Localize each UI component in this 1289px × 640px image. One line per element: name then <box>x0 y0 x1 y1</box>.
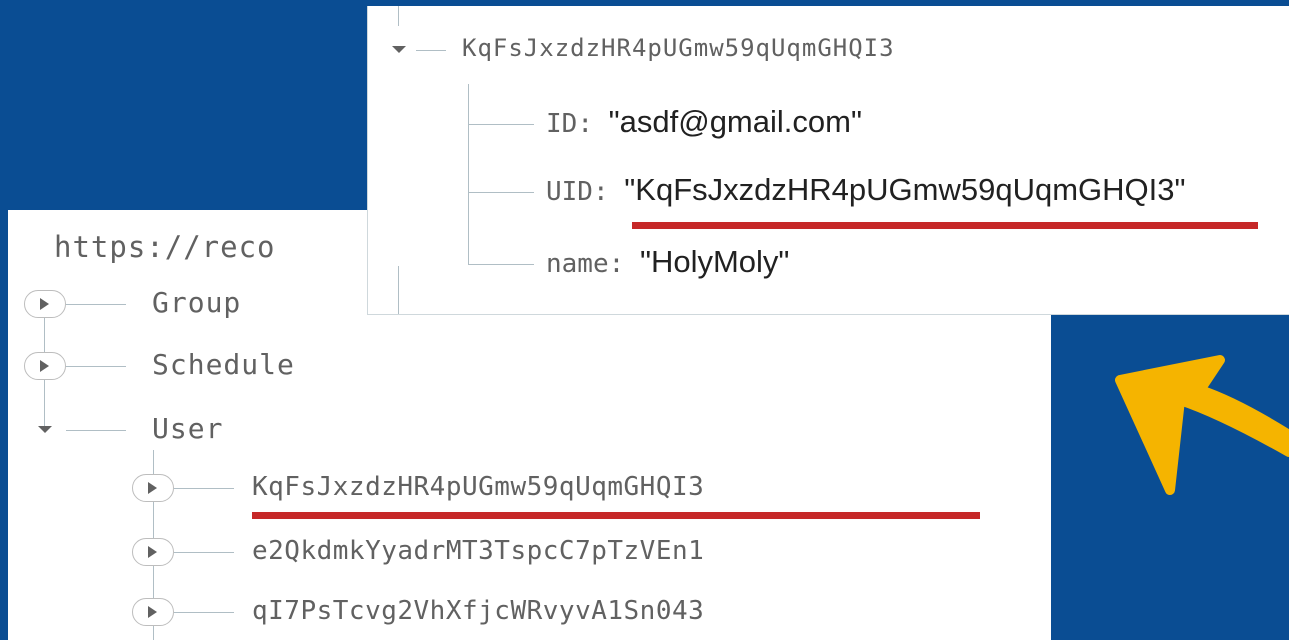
user-key-1[interactable]: KqFsJxzdzHR4pUGmw59qUqmGHQI3 <box>252 472 704 502</box>
branch-line <box>174 488 234 489</box>
node-user[interactable]: User <box>152 412 223 445</box>
branch-line <box>66 366 126 367</box>
node-schedule[interactable]: Schedule <box>152 348 295 381</box>
detail-key[interactable]: KqFsJxzdzHR4pUGmw59qUqmGHQI3 <box>462 34 895 62</box>
highlight-underline <box>632 222 1258 229</box>
highlight-underline <box>252 512 980 519</box>
node-group[interactable]: Group <box>152 286 241 319</box>
database-url: https://reco <box>54 230 276 264</box>
expand-arrow-icon <box>148 546 157 558</box>
expand-group-button[interactable] <box>24 290 66 318</box>
field-value[interactable]: "HolyMoly" <box>640 244 789 279</box>
field-id: ID: "asdf@gmail.com" <box>546 104 862 139</box>
expand-arrow-icon <box>40 360 49 372</box>
field-name: UID <box>546 177 593 207</box>
expand-arrow-icon <box>40 298 49 310</box>
expand-child-button[interactable] <box>132 474 174 502</box>
branch-line <box>66 430 126 431</box>
node-detail-panel: KqFsJxzdzHR4pUGmw59qUqmGHQI3 ID: "asdf@g… <box>367 6 1289 315</box>
user-key-2[interactable]: e2QkdmkYyadrMT3TspcC7pTzVEn1 <box>252 536 704 566</box>
field-name-row: name: "HolyMoly" <box>546 244 790 279</box>
tree-connector <box>398 6 399 26</box>
branch-line <box>66 304 126 305</box>
field-uid: UID: "KqFsJxzdzHR4pUGmw59qUqmGHQI3" <box>546 172 1186 207</box>
field-value[interactable]: "KqFsJxzdzHR4pUGmw59qUqmGHQI3" <box>624 172 1185 207</box>
pointer-arrow <box>1115 355 1289 495</box>
expand-arrow-icon <box>148 606 157 618</box>
expand-arrow-icon <box>148 482 157 494</box>
collapse-arrow-icon[interactable] <box>38 426 52 433</box>
expand-schedule-button[interactable] <box>24 352 66 380</box>
branch-line <box>174 612 234 613</box>
expand-child-button[interactable] <box>132 538 174 566</box>
collapse-arrow-icon[interactable] <box>392 46 406 53</box>
field-value[interactable]: "asdf@gmail.com" <box>609 104 862 139</box>
tree-connector <box>398 266 399 314</box>
field-name: ID <box>546 109 578 139</box>
user-key-3[interactable]: qI7PsTcvg2VhXfjcWRvyvA1Sn043 <box>252 596 704 626</box>
field-connector <box>468 84 469 264</box>
branch-line <box>468 124 534 125</box>
branch-line <box>468 192 534 193</box>
branch-line <box>416 50 446 51</box>
field-name: name <box>546 249 609 279</box>
branch-line <box>468 264 534 265</box>
branch-line <box>174 552 234 553</box>
expand-child-button[interactable] <box>132 598 174 626</box>
